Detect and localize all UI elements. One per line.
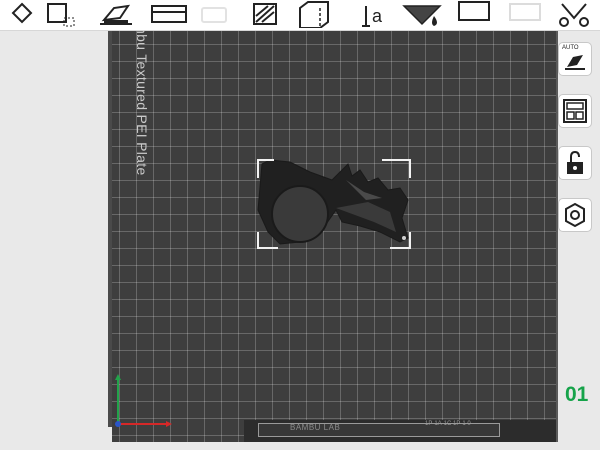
diamond-icon[interactable]: [4, 0, 40, 28]
seam-paint-icon[interactable]: [296, 0, 332, 28]
select-rect-icon[interactable]: [42, 0, 78, 28]
color-paint-icon[interactable]: [400, 0, 442, 28]
auto-label: AUTO: [562, 45, 579, 51]
cut-icon[interactable]: [150, 0, 187, 28]
place-on-face-icon[interactable]: [96, 0, 132, 28]
auto-orient-button[interactable]: AUTO: [558, 42, 592, 76]
plate-number[interactable]: 01: [565, 383, 588, 407]
measure-icon[interactable]: [455, 0, 491, 28]
assembly-icon[interactable]: [506, 0, 542, 28]
top-toolbar: a: [0, 0, 600, 31]
text-tool-letter: a: [372, 6, 383, 26]
axis-gizmo: [115, 374, 172, 427]
model-object[interactable]: [250, 150, 420, 255]
nut-icon: [565, 202, 585, 228]
lock-icon: [567, 150, 583, 174]
blank-icon[interactable]: [198, 0, 234, 28]
arrange-icon: [563, 99, 587, 123]
nut-button[interactable]: [558, 198, 592, 232]
split-icon[interactable]: [556, 0, 592, 28]
plate-footer-small: 1P·1A·1C 1P·1 0: [425, 421, 471, 427]
support-paint-icon[interactable]: [250, 0, 286, 28]
plate-footer-text: BAMBU LAB: [290, 423, 341, 432]
plate-label: nbu Textured PEI Plate: [134, 26, 150, 176]
lock-button[interactable]: [558, 146, 592, 180]
text-icon[interactable]: a: [352, 0, 388, 28]
arrange-button[interactable]: [558, 94, 592, 128]
